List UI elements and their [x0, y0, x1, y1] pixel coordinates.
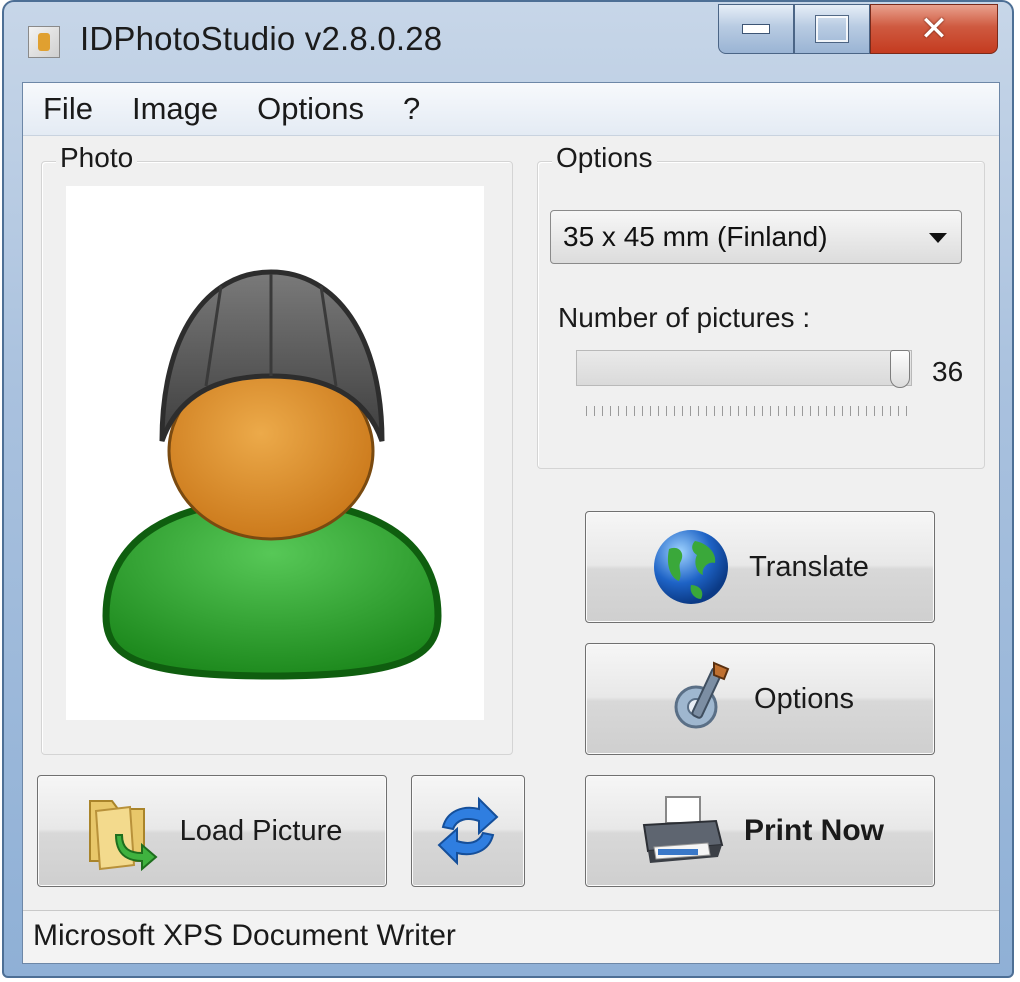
person-placeholder-icon	[102, 269, 442, 680]
photo-format-dropdown[interactable]: 35 x 45 mm (Finland)	[550, 210, 962, 264]
print-now-button[interactable]: Print Now	[585, 775, 935, 887]
menu-help[interactable]: ?	[383, 91, 439, 127]
client-area: File Image Options ? Photo Options 35 x …	[22, 82, 1000, 964]
translate-button-label: Translate	[749, 550, 869, 583]
photo-group-label: Photo	[56, 142, 138, 174]
menu-options[interactable]: Options	[237, 91, 383, 127]
rotate-refresh-button[interactable]	[411, 775, 525, 887]
photo-preview	[66, 186, 484, 720]
number-of-pictures-label: Number of pictures :	[558, 302, 811, 333]
status-bar: Microsoft XPS Document Writer	[23, 910, 999, 963]
title-bar[interactable]: IDPhotoStudio v2.8.0.28 ✕	[4, 2, 1012, 80]
caption-buttons: ✕	[718, 4, 998, 54]
photo-group: Photo	[41, 142, 513, 755]
minimize-button[interactable]	[718, 4, 794, 54]
options-button-label: Options	[754, 682, 854, 715]
number-of-pictures-slider-track[interactable]	[576, 350, 912, 386]
tools-icon	[674, 661, 730, 729]
window-title: IDPhotoStudio v2.8.0.28	[80, 20, 443, 57]
translate-button[interactable]: Translate	[585, 511, 935, 623]
load-picture-button-label: Load Picture	[179, 814, 343, 847]
load-picture-button[interactable]: Load Picture	[37, 775, 387, 887]
dropdown-arrow-icon	[929, 233, 947, 243]
printer-icon	[642, 796, 724, 863]
app-window: IDPhotoStudio v2.8.0.28 ✕ File Image Opt…	[2, 0, 1014, 978]
app-icon[interactable]	[28, 26, 60, 58]
maximize-button[interactable]	[794, 4, 870, 54]
slider-ticks	[586, 406, 908, 416]
globe-icon	[654, 530, 729, 604]
options-group: Options 35 x 45 mm (Finland) Number of p…	[537, 142, 985, 469]
print-now-button-label: Print Now	[744, 814, 884, 847]
minimize-icon	[742, 24, 770, 34]
number-of-pictures-value: 36	[932, 356, 964, 387]
options-button[interactable]: Options	[585, 643, 935, 755]
number-of-pictures-slider-thumb[interactable]	[890, 350, 910, 388]
close-icon: ✕	[919, 9, 949, 49]
printer-status-text: Microsoft XPS Document Writer	[33, 919, 456, 952]
menu-file[interactable]: File	[23, 91, 112, 127]
photo-format-value: 35 x 45 mm (Finland)	[563, 221, 828, 252]
options-group-label: Options	[552, 142, 657, 174]
close-button[interactable]: ✕	[870, 4, 998, 54]
maximize-icon	[816, 16, 848, 42]
menu-bar: File Image Options ?	[23, 83, 999, 136]
refresh-arrows-icon	[437, 796, 499, 866]
folder-open-icon	[88, 800, 158, 871]
menu-image[interactable]: Image	[112, 91, 237, 127]
